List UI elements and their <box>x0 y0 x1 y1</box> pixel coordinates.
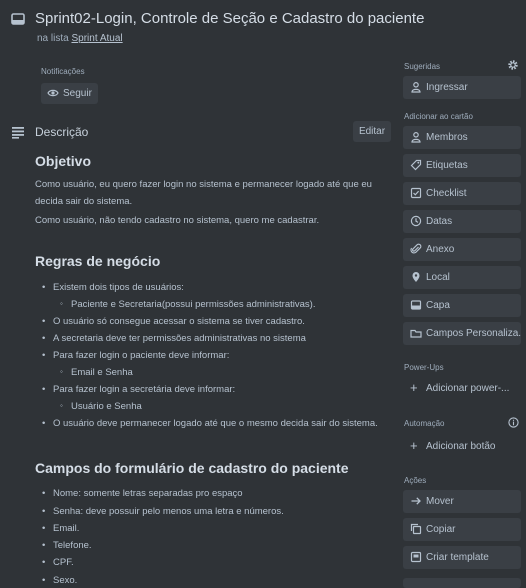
objective-paragraph-1: Como usuário, eu quero fazer login no si… <box>35 179 372 207</box>
copy-button[interactable]: Copiar <box>403 518 521 541</box>
actions-label: Ações <box>404 476 427 485</box>
next-action-button[interactable] <box>403 578 521 588</box>
create-template-label: Criar template <box>426 552 489 563</box>
members-label: Membros <box>426 132 468 143</box>
edit-description-button[interactable]: Editar <box>353 121 391 142</box>
labels-label: Etiquetas <box>426 160 468 171</box>
join-button[interactable]: Ingressar <box>403 76 521 99</box>
form-fields-heading: Campos do formulário de cadastro do paci… <box>35 460 349 476</box>
location-pin-icon <box>410 271 422 283</box>
objective-heading: Objetivo <box>35 153 92 169</box>
dates-label: Datas <box>426 216 453 227</box>
add-powerup-label: Adicionar power-... <box>426 383 510 394</box>
add-to-card-label: Adicionar ao cartão <box>404 112 473 121</box>
add-button-button[interactable]: + Adicionar botão <box>403 435 521 458</box>
location-button[interactable]: Local <box>403 266 521 289</box>
objective-paragraph-2: Como usuário, não tendo cadastro no sist… <box>35 215 320 226</box>
move-label: Mover <box>426 496 454 507</box>
description-label: Descrição <box>35 125 89 139</box>
join-label: Ingressar <box>426 82 468 93</box>
copy-label: Copiar <box>426 524 456 535</box>
notifications-label: Notificações <box>41 67 85 76</box>
card-title[interactable]: Sprint02-Login, Controle de Seção e Cada… <box>35 10 424 27</box>
members-button[interactable]: Membros <box>403 126 521 149</box>
checklist-button[interactable]: Checklist <box>403 182 521 205</box>
checklist-icon <box>410 187 422 199</box>
person-icon <box>410 81 422 93</box>
create-template-button[interactable]: Criar template <box>403 546 521 569</box>
attachment-label: Anexo <box>426 244 455 255</box>
custom-fields-button[interactable]: Campos Personaliza... <box>403 322 521 345</box>
add-powerup-button[interactable]: + Adicionar power-... <box>403 377 521 400</box>
clock-icon <box>410 215 422 227</box>
attachment-button[interactable]: Anexo <box>403 238 521 261</box>
card-icon <box>11 12 25 26</box>
suggested-label: Sugeridas <box>404 62 441 71</box>
card-list-line: na lista Sprint Atual <box>37 33 123 44</box>
plus-icon: + <box>410 438 418 453</box>
custom-fields-icon <box>410 327 422 339</box>
list-link[interactable]: Sprint Atual <box>71 33 122 44</box>
dates-button[interactable]: Datas <box>403 210 521 233</box>
add-button-label: Adicionar botão <box>426 441 496 452</box>
checklist-label: Checklist <box>426 188 467 199</box>
rules-heading: Regras de negócio <box>35 253 161 269</box>
template-icon <box>410 551 422 563</box>
paperclip-icon <box>410 243 422 255</box>
description-icon <box>11 125 25 139</box>
cover-icon <box>410 299 422 311</box>
labels-button[interactable]: Etiquetas <box>403 154 521 177</box>
move-button[interactable]: Mover <box>403 490 521 513</box>
person-icon <box>410 131 422 143</box>
gear-icon[interactable] <box>507 59 519 71</box>
location-label: Local <box>426 272 450 283</box>
list-prefix: na lista <box>37 33 69 44</box>
arrow-right-icon <box>410 495 422 507</box>
custom-fields-label: Campos Personaliza... <box>426 328 521 339</box>
cover-label: Capa <box>426 300 450 311</box>
powerups-label: Power-Ups <box>404 363 444 372</box>
copy-icon <box>410 523 422 535</box>
tag-icon <box>410 159 422 171</box>
eye-icon <box>47 87 59 99</box>
cover-button[interactable]: Capa <box>403 294 521 317</box>
info-icon[interactable] <box>508 417 519 428</box>
follow-button[interactable]: Seguir <box>41 83 98 104</box>
automation-label: Automação <box>404 419 445 428</box>
plus-icon: + <box>410 380 418 395</box>
follow-label: Seguir <box>63 88 92 99</box>
